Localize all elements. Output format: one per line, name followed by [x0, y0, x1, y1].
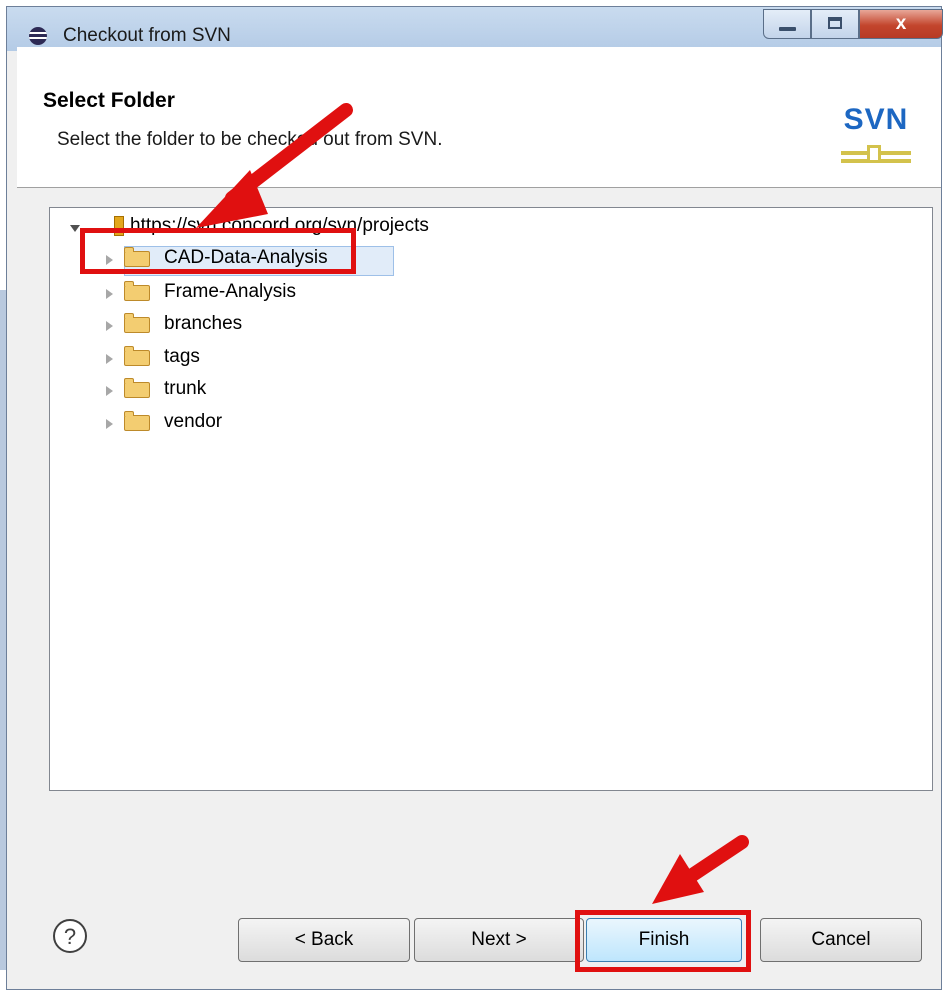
svn-logo-icon: SVN — [835, 103, 917, 185]
svn-logo-box — [867, 145, 881, 163]
expand-arrow-icon[interactable] — [106, 419, 113, 429]
tree-item-tags[interactable]: tags — [102, 345, 422, 373]
tree-item-label: Frame-Analysis — [164, 281, 296, 302]
tree-item-frame-analysis[interactable]: Frame-Analysis — [102, 280, 422, 308]
folder-icon — [124, 281, 150, 301]
page-description: Select the folder to be checked out from… — [57, 129, 443, 150]
back-button[interactable]: < Back — [238, 918, 410, 962]
tree-item-label: branches — [164, 313, 243, 334]
minimize-button[interactable] — [763, 9, 811, 39]
tree-item-label: tags — [164, 346, 200, 367]
maximize-button[interactable] — [811, 9, 859, 39]
title-bar: Checkout from SVN x — [7, 7, 943, 51]
wizard-banner: Select Folder Select the folder to be ch… — [17, 47, 941, 188]
folder-icon — [124, 411, 150, 431]
cancel-button[interactable]: Cancel — [760, 918, 922, 962]
annotation-highlight-folder — [80, 228, 356, 274]
maximize-icon — [828, 17, 842, 29]
page-title: Select Folder — [43, 89, 175, 112]
minimize-icon — [779, 27, 796, 31]
svn-logo-text: SVN — [843, 103, 909, 136]
expand-arrow-icon[interactable] — [106, 386, 113, 396]
folder-icon — [124, 346, 150, 366]
help-glyph: ? — [64, 924, 76, 949]
close-button[interactable]: x — [859, 9, 943, 39]
expand-arrow-icon[interactable] — [106, 354, 113, 364]
tree-item-label: trunk — [164, 378, 207, 399]
help-icon[interactable]: ? — [52, 918, 88, 954]
folder-icon — [124, 378, 150, 398]
tree-item-label: vendor — [164, 411, 223, 432]
window-title: Checkout from SVN — [63, 25, 231, 46]
annotation-highlight-finish — [575, 910, 751, 972]
expand-arrow-icon[interactable] — [106, 289, 113, 299]
expand-arrow-icon[interactable] — [106, 321, 113, 331]
checkout-dialog: Checkout from SVN x Select Folder Select… — [6, 6, 943, 990]
close-icon: x — [895, 13, 907, 34]
collapse-arrow-icon[interactable] — [70, 225, 80, 232]
next-button[interactable]: Next > — [414, 918, 584, 962]
folder-icon — [124, 313, 150, 333]
tree-item-trunk[interactable]: trunk — [102, 377, 422, 405]
eclipse-icon — [29, 27, 47, 45]
tree-item-branches[interactable]: branches — [102, 312, 422, 340]
folder-tree[interactable]: https://svn.concord.org/svn/projects CAD… — [49, 207, 933, 791]
tree-item-vendor[interactable]: vendor — [102, 410, 422, 438]
